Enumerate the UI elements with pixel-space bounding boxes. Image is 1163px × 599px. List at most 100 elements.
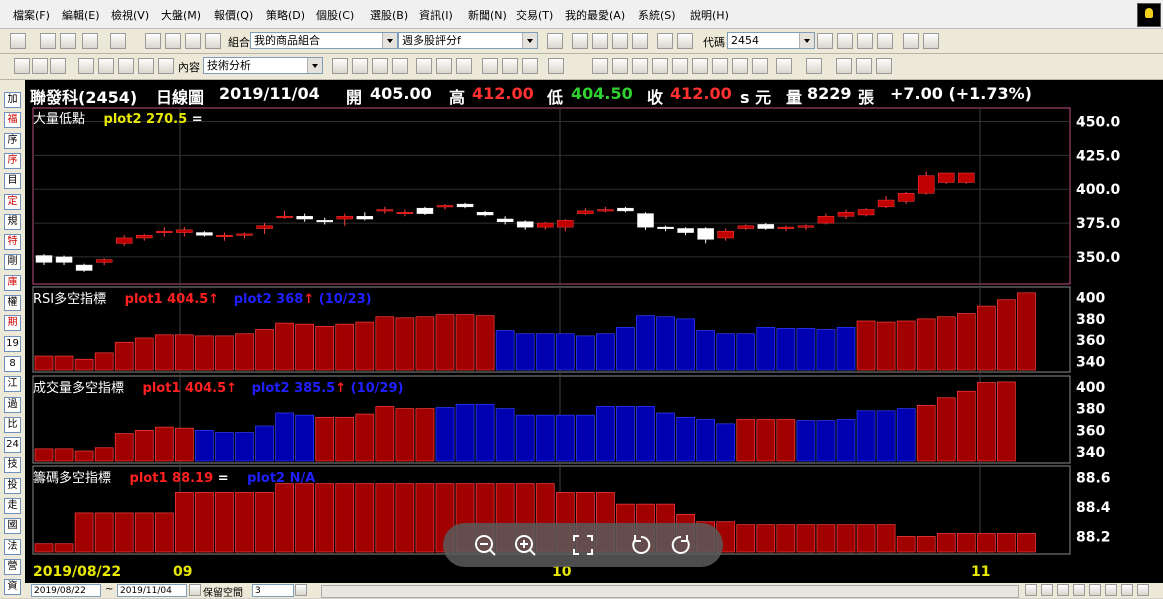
clipboard-icon[interactable] <box>50 58 66 74</box>
menu-item-5[interactable]: 策略(D) <box>266 7 305 23</box>
indicator-list-icon[interactable] <box>332 58 348 74</box>
keep-space-input[interactable]: 3 <box>252 584 294 597</box>
left-shortcut-21[interactable]: 國 <box>4 518 21 535</box>
left-shortcut-15[interactable]: 過 <box>4 396 21 413</box>
menu-item-8[interactable]: 資訊(I) <box>419 7 453 23</box>
chevron-down-icon[interactable] <box>799 33 814 48</box>
home-icon[interactable] <box>40 33 56 49</box>
zoom-in-icon[interactable] <box>513 533 537 557</box>
paste-icon[interactable] <box>32 58 48 74</box>
move-icon[interactable] <box>652 58 668 74</box>
up-arrow-tool-icon[interactable] <box>876 58 892 74</box>
left-shortcut-6[interactable]: 規 <box>4 213 21 230</box>
k-chart-icon[interactable] <box>877 33 893 49</box>
menu-item-2[interactable]: 檢視(V) <box>111 7 149 23</box>
go-button[interactable] <box>189 584 201 596</box>
menu-item-6[interactable]: 個股(C) <box>316 7 354 23</box>
indicator-select[interactable]: 週多股評分f <box>398 32 538 49</box>
enter-icon[interactable] <box>547 33 563 49</box>
layout-split-icon[interactable] <box>98 58 114 74</box>
export-icon[interactable] <box>903 33 919 49</box>
scroll-down-icon[interactable] <box>677 33 693 49</box>
menu-item-13[interactable]: 說明(H) <box>690 7 729 23</box>
left-shortcut-14[interactable]: 江 <box>4 376 21 393</box>
font-size-up-icon[interactable] <box>416 58 432 74</box>
restore-icon[interactable] <box>592 33 608 49</box>
menu-item-7[interactable]: 選股(B) <box>370 7 408 23</box>
text-icon[interactable] <box>712 58 728 74</box>
pin-icon[interactable] <box>522 58 538 74</box>
window-icon[interactable] <box>60 33 76 49</box>
left-shortcut-9[interactable]: 庫 <box>4 274 21 291</box>
channel-icon[interactable] <box>836 58 852 74</box>
copy-icon[interactable] <box>14 58 30 74</box>
menu-item-12[interactable]: 系統(S) <box>638 7 676 23</box>
menu-item-10[interactable]: 交易(T) <box>516 7 553 23</box>
scroll-start-icon[interactable] <box>1105 584 1117 596</box>
note-icon[interactable] <box>692 58 708 74</box>
portfolio-select[interactable]: 我的商品組合 <box>250 32 398 49</box>
tools-icon[interactable] <box>1121 584 1133 596</box>
chart-icon[interactable] <box>857 33 873 49</box>
expand-icon[interactable] <box>572 33 588 49</box>
layout-cols-icon[interactable] <box>118 58 134 74</box>
rotate-left-icon[interactable] <box>629 533 653 557</box>
settings-icon[interactable] <box>502 58 518 74</box>
left-shortcut-1[interactable]: 福 <box>4 112 21 129</box>
rotate-right-icon[interactable] <box>669 533 693 557</box>
table-icon[interactable] <box>372 58 388 74</box>
left-shortcut-12[interactable]: 19 <box>4 335 21 352</box>
clock-icon[interactable] <box>1041 584 1053 596</box>
chart-type-icon[interactable] <box>392 58 408 74</box>
left-shortcut-5[interactable]: 定 <box>4 193 21 210</box>
fib-icon[interactable] <box>806 58 822 74</box>
open-folder-icon[interactable] <box>165 33 181 49</box>
range-from-input[interactable]: 2019/08/22 <box>31 584 101 597</box>
dollar-icon[interactable] <box>612 58 628 74</box>
left-shortcut-23[interactable]: 營 <box>4 558 21 575</box>
left-shortcut-24[interactable]: 資 <box>4 579 21 596</box>
scroll-end-icon[interactable] <box>1089 584 1101 596</box>
layout-quad-icon[interactable] <box>158 58 174 74</box>
menu-item-3[interactable]: 大盤(M) <box>161 7 201 23</box>
zoom-out-icon[interactable] <box>473 533 497 557</box>
left-shortcut-0[interactable]: 加 <box>4 92 21 108</box>
chart-svg[interactable]: 450.0 425.0 400.0 375.0 350.0 400 380 360 340 400… <box>25 80 1163 583</box>
left-shortcut-3[interactable]: 序 <box>4 152 21 169</box>
left-shortcut-19[interactable]: 投 <box>4 477 21 494</box>
left-shortcut-10[interactable]: 權 <box>4 295 21 311</box>
window-icon[interactable] <box>482 58 498 74</box>
forward-arrow-icon[interactable] <box>110 33 126 49</box>
db-icon[interactable] <box>352 58 368 74</box>
layout-grid-icon[interactable] <box>138 58 154 74</box>
favorite-heart-icon[interactable] <box>632 33 648 49</box>
pointer-icon[interactable] <box>592 58 608 74</box>
grid-icon[interactable] <box>548 58 564 74</box>
content-select[interactable]: 技術分析 <box>203 57 323 74</box>
wave-icon[interactable] <box>732 58 748 74</box>
eraser-icon[interactable] <box>672 58 688 74</box>
save-icon[interactable] <box>185 33 201 49</box>
fit-screen-icon[interactable] <box>571 533 595 557</box>
code-input[interactable]: 2454 <box>727 32 815 49</box>
app-status-icon[interactable] <box>1137 3 1161 27</box>
chevron-down-icon[interactable] <box>382 33 397 48</box>
menu-item-9[interactable]: 新聞(N) <box>468 7 507 23</box>
go-button[interactable] <box>295 584 307 596</box>
left-shortcut-4[interactable]: 目 <box>4 173 21 190</box>
back-arrow-icon[interactable] <box>82 33 98 49</box>
menu-item-0[interactable]: 檔案(F) <box>13 7 50 23</box>
scroll-up-icon[interactable] <box>657 33 673 49</box>
left-shortcut-7[interactable]: 特 <box>4 234 21 251</box>
menu-item-1[interactable]: 編輯(E) <box>62 7 100 23</box>
left-shortcut-8[interactable]: 剛 <box>4 254 21 271</box>
line-tool-icon[interactable] <box>776 58 792 74</box>
crop-icon[interactable] <box>632 58 648 74</box>
expand-icon[interactable] <box>1137 584 1149 596</box>
camera-icon[interactable] <box>923 33 939 49</box>
new-file-icon[interactable] <box>145 33 161 49</box>
minus-icon[interactable] <box>1057 584 1069 596</box>
horizontal-scrollbar[interactable] <box>321 585 1019 598</box>
menu-item-4[interactable]: 報價(Q) <box>214 7 253 23</box>
left-shortcut-22[interactable]: 法 <box>4 538 21 555</box>
